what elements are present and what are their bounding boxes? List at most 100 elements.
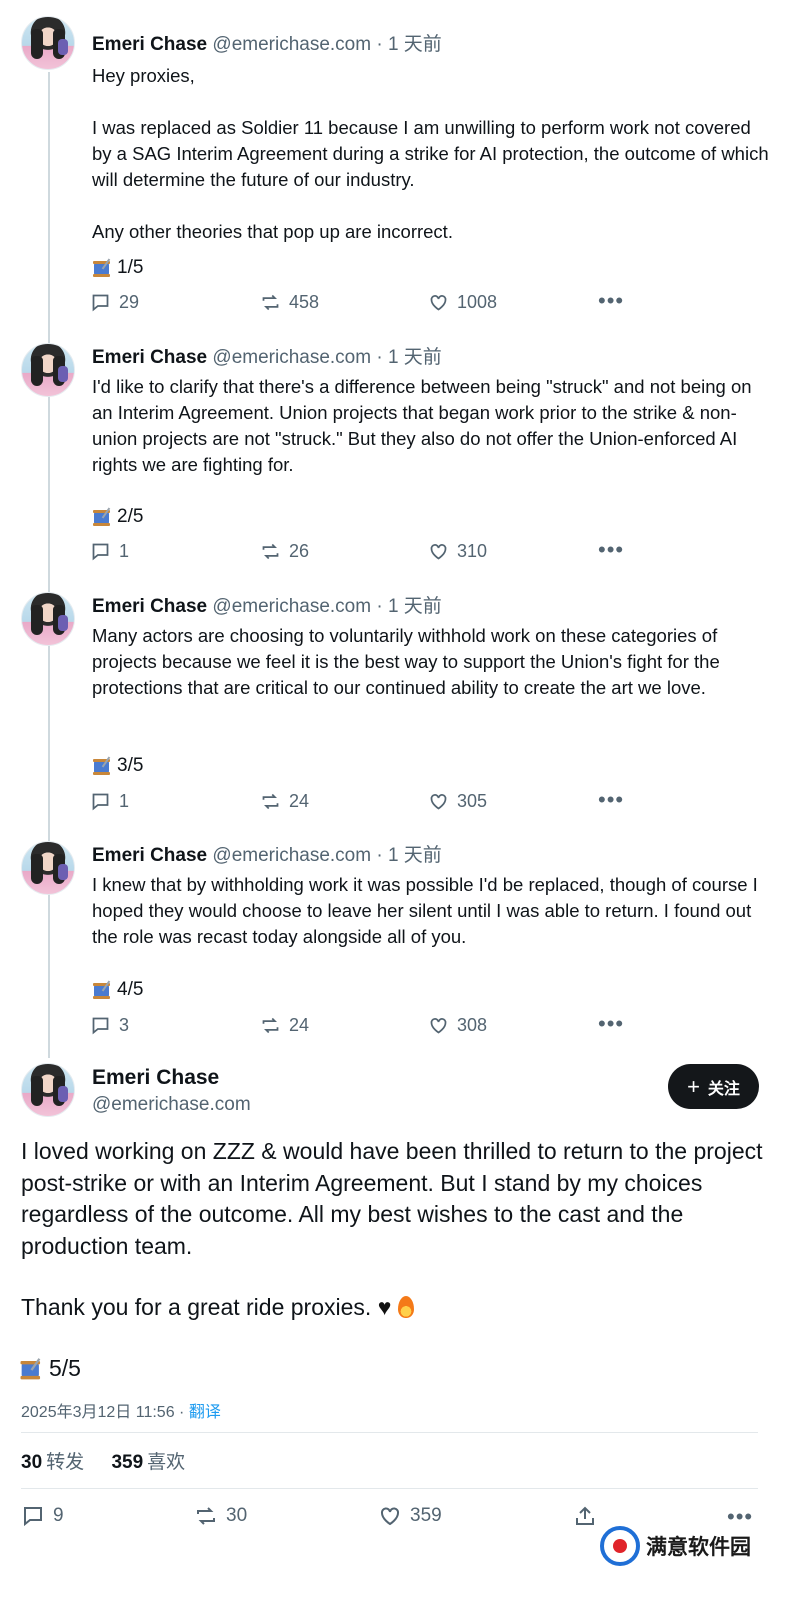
more-icon[interactable]: ••• (598, 789, 624, 811)
avatar[interactable] (21, 841, 75, 895)
author-handle[interactable]: @emerichase.com (212, 34, 371, 55)
thread-count-text: 2/5 (117, 506, 144, 527)
reply-icon (92, 793, 109, 810)
repost-count: 24 (289, 1014, 310, 1035)
likes-label[interactable]: 喜欢 (147, 1452, 185, 1473)
fire-icon (397, 1296, 414, 1318)
reply-count: 1 (119, 790, 130, 811)
main-author-name[interactable]: Emeri Chase (92, 1066, 219, 1090)
plus-icon: + (687, 1073, 700, 1099)
repost-icon (262, 294, 279, 310)
avatar[interactable] (21, 16, 75, 70)
repost-button[interactable]: 24 (260, 788, 309, 814)
repost-count: 458 (289, 291, 320, 312)
repost-icon (262, 793, 279, 809)
more-icon[interactable]: ••• (598, 1013, 624, 1035)
watermark: 满意软件园 (600, 1522, 800, 1570)
reply-icon (92, 294, 109, 311)
thread-count: 1/5 (92, 256, 143, 280)
reply-button[interactable]: 9 (21, 1503, 64, 1529)
divider (21, 1488, 758, 1489)
repost-icon (262, 543, 279, 559)
thread-count: 4/5 (92, 978, 143, 1002)
thread-tweet-2[interactable]: Emeri Chase @emerichase.com · 1 天前 I'd l… (0, 343, 800, 583)
author-name[interactable]: Emeri Chase (92, 347, 207, 368)
thread-count-text: 3/5 (117, 755, 144, 776)
tweet-paragraph: I knew that by withholding work it was p… (92, 874, 758, 947)
tweet-text: I'd like to clarify that there's a diffe… (92, 374, 772, 478)
like-button[interactable]: 359 (378, 1503, 442, 1529)
thread-tweet-1[interactable]: Emeri Chase @emerichase.com · 1 天前 Hey p… (0, 16, 800, 326)
repost-button[interactable]: 30 (194, 1503, 247, 1529)
tweet-header: Emeri Chase @emerichase.com · 1 天前 (92, 844, 442, 868)
repost-button[interactable]: 24 (260, 1012, 309, 1038)
tweet-paragraph: Many actors are choosing to voluntarily … (92, 625, 720, 698)
reply-button[interactable]: 1 (90, 788, 129, 814)
author-name[interactable]: Emeri Chase (92, 34, 207, 55)
main-tweet-text: I loved working on ZZZ & would have been… (21, 1136, 771, 1354)
like-button[interactable]: 310 (428, 538, 487, 564)
reply-button[interactable]: 1 (90, 538, 129, 564)
translate-link[interactable]: 翻译 (189, 1404, 221, 1421)
tweet-paragraph: Any other theories that pop up are incor… (92, 221, 453, 242)
reposts-total[interactable]: 30 (21, 1452, 42, 1473)
tweet-timestamp: 2025年3月12日 11:56 · 翻译 (21, 1404, 221, 1421)
tweet-paragraph: Hey proxies, (92, 65, 195, 86)
reply-button[interactable]: 29 (90, 289, 139, 315)
avatar[interactable] (21, 343, 75, 397)
tweet-time[interactable]: · 1 天前 (376, 34, 441, 55)
main-paragraph: I loved working on ZZZ & would have been… (21, 1138, 763, 1259)
thread-tweet-4[interactable]: Emeri Chase @emerichase.com · 1 天前 I kne… (0, 841, 800, 1041)
tweet-paragraph: I'd like to clarify that there's a diffe… (92, 376, 752, 475)
like-button[interactable]: 305 (428, 788, 487, 814)
repost-count: 24 (289, 790, 310, 811)
share-icon (576, 1506, 594, 1525)
avatar[interactable] (21, 592, 75, 646)
author-handle[interactable]: @emerichase.com (212, 596, 371, 617)
author-name[interactable]: Emeri Chase (92, 596, 207, 617)
share-button[interactable] (573, 1503, 597, 1529)
like-button[interactable]: 308 (428, 1012, 487, 1038)
tweet-time[interactable]: · 1 天前 (376, 596, 441, 617)
reply-count: 1 (119, 540, 130, 561)
main-thread-count: 5/5 (20, 1355, 81, 1382)
tweet-header: Emeri Chase @emerichase.com · 1 天前 (92, 33, 442, 57)
follow-label: 关注 (707, 1080, 740, 1098)
more-icon[interactable]: ••• (598, 290, 624, 312)
repost-button[interactable]: 458 (260, 289, 319, 315)
main-paragraph-2: Thank you for a great ride proxies. ♥ (21, 1292, 771, 1324)
like-count: 308 (457, 1014, 488, 1035)
reply-icon (92, 1017, 109, 1034)
reposts-label[interactable]: 转发 (46, 1452, 84, 1473)
like-button[interactable]: 1008 (428, 289, 497, 315)
repost-button[interactable]: 26 (260, 538, 309, 564)
reply-count: 29 (119, 291, 140, 312)
like-count: 310 (457, 540, 488, 561)
timestamp-text[interactable]: 2025年3月12日 11:56 (21, 1404, 175, 1421)
tweet-actions: 3 24 308 ••• (90, 1012, 650, 1038)
author-handle[interactable]: @emerichase.com (212, 845, 371, 866)
reply-button[interactable]: 3 (90, 1012, 129, 1038)
main-avatar[interactable] (21, 1063, 75, 1117)
follow-button[interactable]: + 关注 (668, 1064, 759, 1109)
like-icon (430, 1017, 447, 1034)
like-count: 359 (410, 1505, 442, 1526)
thread-emoji-icon (92, 756, 114, 776)
author-handle[interactable]: @emerichase.com (212, 347, 371, 368)
tweet-time[interactable]: · 1 天前 (376, 845, 441, 866)
reply-count: 9 (53, 1505, 64, 1526)
thread-tweet-3[interactable]: Emeri Chase @emerichase.com · 1 天前 Many … (0, 592, 800, 832)
tweet-header: Emeri Chase @emerichase.com · 1 天前 (92, 595, 442, 619)
main-author-handle[interactable]: @emerichase.com (92, 1094, 251, 1116)
like-icon (430, 543, 447, 560)
like-icon (430, 294, 447, 311)
tweet-time[interactable]: · 1 天前 (376, 347, 441, 368)
divider (21, 1432, 758, 1433)
thread-count: 3/5 (92, 754, 143, 778)
repost-count: 30 (226, 1505, 248, 1526)
like-count: 305 (457, 790, 488, 811)
likes-total[interactable]: 359 (111, 1452, 143, 1473)
author-name[interactable]: Emeri Chase (92, 845, 207, 866)
reply-count: 3 (119, 1014, 130, 1035)
more-icon[interactable]: ••• (598, 539, 624, 561)
